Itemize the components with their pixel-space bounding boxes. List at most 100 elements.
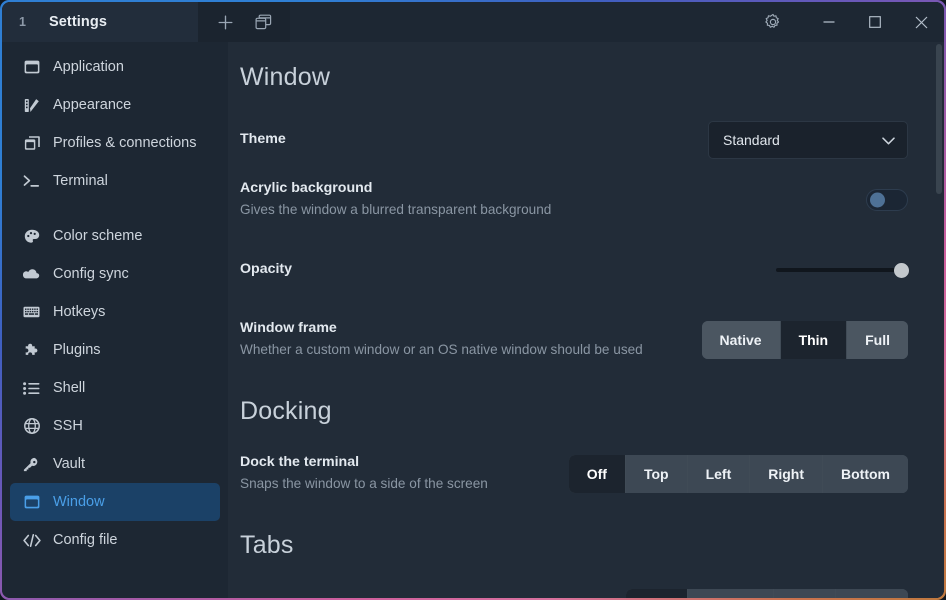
sidebar-item-label: Hotkeys: [53, 304, 105, 320]
sidebar-item-label: Shell: [53, 380, 85, 396]
theme-label: Theme: [240, 130, 690, 149]
dock-option-bottom[interactable]: Bottom: [823, 455, 908, 493]
tabs-location-option-right[interactable]: Right: [836, 589, 908, 598]
tab-strip: 1 Settings: [2, 2, 198, 42]
tab-title-label: Settings: [49, 14, 107, 30]
titlebar: 1 Settings: [2, 2, 944, 42]
puzzle-piece-icon: [22, 343, 41, 358]
sidebar-item-label: Vault: [53, 456, 85, 472]
maximize-icon: [868, 15, 882, 29]
dock-terminal-segmented-control: Off Top Left Right Bottom: [569, 455, 908, 493]
opacity-slider[interactable]: [776, 261, 908, 279]
dock-option-right[interactable]: Right: [750, 455, 823, 493]
setting-row-acrylic-background: Acrylic background Gives the window a bl…: [240, 178, 908, 222]
window-controls: [750, 2, 944, 42]
sidebar-item-config-file[interactable]: Config file: [10, 521, 220, 559]
tab-settings[interactable]: 1 Settings: [2, 2, 198, 42]
globe-icon: [22, 418, 41, 434]
setting-row-window-frame: Window frame Whether a custom window or …: [240, 318, 908, 362]
scrollbar-thumb[interactable]: [936, 44, 942, 194]
sidebar-item-shell[interactable]: Shell: [10, 369, 220, 407]
sidebar-divider-gap: [10, 200, 220, 217]
split-pane-button[interactable]: [244, 2, 282, 42]
tabs-location-segmented-control: Top Bottom Left Right: [626, 589, 908, 598]
window-frame-option-native[interactable]: Native: [702, 321, 781, 359]
slider-track: [776, 268, 908, 272]
dock-terminal-label: Dock the terminal: [240, 453, 551, 472]
paint-palette-icon: [22, 229, 41, 244]
minimize-button[interactable]: [806, 2, 852, 42]
setting-row-opacity: Opacity: [240, 248, 908, 292]
sidebar-item-vault[interactable]: Vault: [10, 445, 220, 483]
tab-actions: [198, 2, 290, 42]
sidebar-item-appearance[interactable]: Appearance: [10, 86, 220, 124]
sidebar-item-hotkeys[interactable]: Hotkeys: [10, 293, 220, 331]
slider-thumb[interactable]: [894, 263, 909, 278]
code-brackets-icon: [22, 534, 41, 547]
dock-terminal-description: Snaps the window to a side of the screen: [240, 474, 551, 494]
window-frame-description: Whether a custom window or an OS native …: [240, 340, 684, 360]
tabs-location-option-top[interactable]: Top: [626, 589, 688, 598]
settings-content: Window Theme Standard: [228, 42, 944, 598]
sidebar-item-color-scheme[interactable]: Color scheme: [10, 217, 220, 255]
keyboard-icon: [22, 306, 41, 318]
sidebar-item-label: Window: [53, 494, 105, 510]
window-inner: 1 Settings: [2, 2, 944, 598]
window-frame-option-thin[interactable]: Thin: [781, 321, 848, 359]
theme-select[interactable]: Standard: [708, 121, 908, 159]
section-title-docking: Docking: [240, 396, 908, 426]
window-frame-option-full[interactable]: Full: [847, 321, 908, 359]
cloud-icon: [22, 268, 41, 280]
content-scrollbar[interactable]: [934, 42, 944, 598]
dock-option-left[interactable]: Left: [688, 455, 751, 493]
acrylic-label: Acrylic background: [240, 179, 848, 198]
tab-index-label: 1: [19, 15, 27, 29]
close-button[interactable]: [898, 2, 944, 42]
sidebar-item-profiles-connections[interactable]: Profiles & connections: [10, 124, 220, 162]
plus-icon: [217, 14, 234, 31]
window-frame-label: Window frame: [240, 319, 684, 338]
maximize-button[interactable]: [852, 2, 898, 42]
sidebar-item-ssh[interactable]: SSH: [10, 407, 220, 445]
list-icon: [22, 382, 41, 395]
sidebar-item-config-sync[interactable]: Config sync: [10, 255, 220, 293]
chevron-down-icon: [882, 132, 895, 148]
sidebar-item-window[interactable]: Window: [10, 483, 220, 521]
sidebar-item-terminal[interactable]: Terminal: [10, 162, 220, 200]
setting-row-theme: Theme Standard: [240, 118, 908, 162]
window-panes-icon: [255, 14, 272, 30]
tabs-location-option-bottom[interactable]: Bottom: [688, 589, 774, 598]
titlebar-drag-area: [290, 2, 750, 42]
palette-brush-icon: [22, 98, 41, 113]
sidebar-item-label: Config sync: [53, 266, 129, 282]
section-title-tabs: Tabs: [240, 530, 908, 560]
sidebar-item-label: Terminal: [53, 173, 108, 189]
opacity-label: Opacity: [240, 260, 758, 279]
acrylic-background-toggle[interactable]: [866, 189, 908, 211]
settings-scroll-area[interactable]: Window Theme Standard: [228, 42, 944, 598]
body-area: Application Appearance Profiles & connec…: [2, 42, 944, 598]
setting-row-tabs-location: Tabs location Top Bottom Left Right: [240, 586, 908, 598]
settings-gear-button[interactable]: [750, 2, 796, 42]
gear-icon: [764, 13, 782, 31]
terminal-icon: [22, 174, 41, 188]
window-frame-segmented-control: Native Thin Full: [702, 321, 908, 359]
sidebar-item-label: Profiles & connections: [53, 135, 196, 151]
acrylic-description: Gives the window a blurred transparent b…: [240, 200, 848, 220]
application-window: 1 Settings: [0, 0, 946, 600]
tabs-location-option-left[interactable]: Left: [774, 589, 837, 598]
app-window-icon: [22, 495, 41, 509]
dock-option-top[interactable]: Top: [626, 455, 688, 493]
toggle-knob: [870, 193, 885, 208]
sidebar-item-label: Appearance: [53, 97, 131, 113]
sidebar-item-plugins[interactable]: Plugins: [10, 331, 220, 369]
dock-option-off[interactable]: Off: [569, 455, 626, 493]
sidebar-item-label: Config file: [53, 532, 117, 548]
copy-stack-icon: [22, 136, 41, 151]
new-tab-button[interactable]: [206, 2, 244, 42]
key-icon: [22, 457, 41, 472]
sidebar-item-application[interactable]: Application: [10, 48, 220, 86]
app-window-icon: [22, 60, 41, 74]
minimize-icon: [822, 15, 836, 29]
close-icon: [914, 15, 929, 30]
